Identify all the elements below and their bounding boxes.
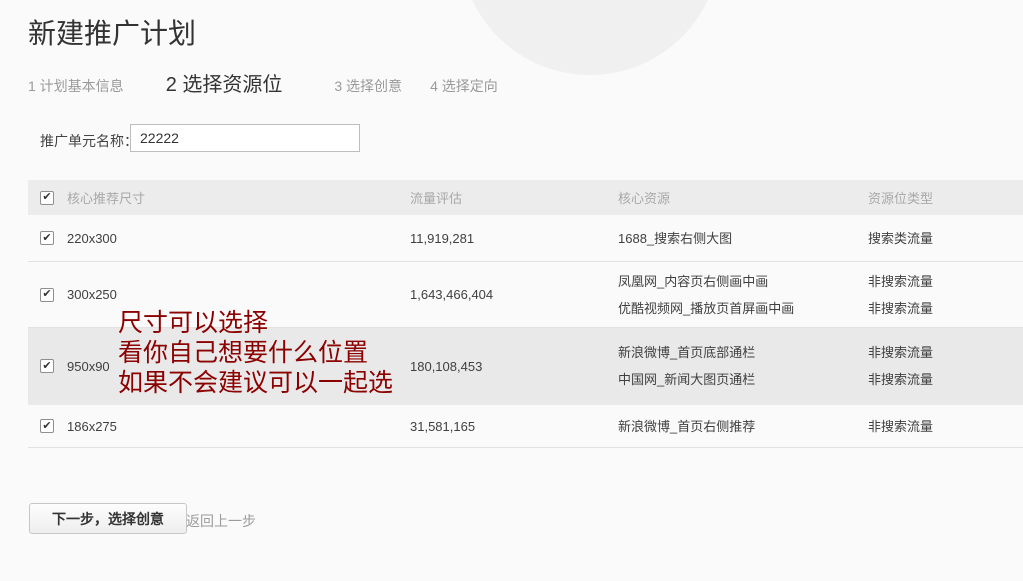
check-icon: ✔ (42, 289, 51, 300)
resource-table: ✔ 核心推荐尺寸 流量评估 核心资源 资源位类型 ✔ 220x300 11,91… (28, 180, 1023, 448)
table-header-row: ✔ 核心推荐尺寸 流量评估 核心资源 资源位类型 (28, 180, 1023, 215)
resource-type: 非搜索流量 (868, 339, 933, 366)
check-icon: ✔ (42, 361, 51, 372)
table-row: ✔ 186x275 31,581,165 新浪微博_首页右侧推荐 非搜索流量 (28, 405, 1023, 448)
step-select-targeting[interactable]: 4 选择定向 (430, 76, 498, 96)
check-icon: ✔ (42, 233, 51, 244)
resource-name: 中国网_新闻大图页通栏 (618, 366, 755, 393)
step-plan-basic-info[interactable]: 1 计划基本信息 (28, 76, 124, 96)
check-icon: ✔ (42, 421, 51, 432)
header-resource: 核心资源 (618, 180, 670, 215)
resource-type: 非搜索流量 (868, 413, 933, 440)
resource-name: 凤凰网_内容页右侧画中画 (618, 268, 794, 295)
back-previous-step-link[interactable]: 返回上一步 (186, 511, 256, 531)
header-size: 核心推荐尺寸 (67, 180, 145, 215)
row-checkbox[interactable]: ✔ (40, 359, 54, 373)
step-select-creative[interactable]: 3 选择创意 (334, 76, 402, 96)
table-row: ✔ 300x250 1,643,466,404 凤凰网_内容页右侧画中画 优酷视… (28, 262, 1023, 328)
header-type: 资源位类型 (868, 180, 933, 215)
unit-name-input[interactable] (130, 124, 360, 152)
resource-type: 非搜索流量 (868, 295, 933, 322)
row-checkbox[interactable]: ✔ (40, 288, 54, 302)
check-icon: ✔ (42, 192, 51, 203)
select-all-checkbox[interactable]: ✔ (40, 191, 54, 205)
page-title: 新建推广计划 (28, 12, 196, 52)
resource-type: 非搜索流量 (868, 268, 933, 295)
size-value: 186x275 (67, 405, 117, 447)
header-traffic: 流量评估 (410, 180, 462, 215)
traffic-value: 11,919,281 (410, 215, 474, 261)
wizard-steps: 1 计划基本信息 2 选择资源位 3 选择创意 4 选择定向 (28, 68, 498, 97)
traffic-value: 31,581,165 (410, 405, 475, 447)
row-checkbox[interactable]: ✔ (40, 231, 54, 245)
row-checkbox[interactable]: ✔ (40, 419, 54, 433)
unit-name-label: 推广单元名称： (40, 131, 138, 151)
resource-name: 新浪微博_首页右侧推荐 (618, 413, 755, 440)
resource-name: 1688_搜索右侧大图 (618, 225, 732, 252)
decorative-circle (460, 0, 720, 75)
resource-type: 搜索类流量 (868, 225, 933, 252)
traffic-value: 180,108,453 (410, 328, 482, 404)
traffic-value: 1,643,466,404 (410, 262, 493, 327)
step-select-resource-slot[interactable]: 2 选择资源位 (166, 68, 283, 97)
size-value: 220x300 (67, 215, 117, 261)
resource-name: 优酷视频网_播放页首屏画中画 (618, 295, 794, 322)
size-value: 950x90 (67, 328, 110, 404)
next-step-button[interactable]: 下一步，选择创意 (29, 503, 187, 534)
table-row: ✔ 220x300 11,919,281 1688_搜索右侧大图 搜索类流量 (28, 215, 1023, 262)
resource-type: 非搜索流量 (868, 366, 933, 393)
table-row: ✔ 950x90 180,108,453 新浪微博_首页底部通栏 中国网_新闻大… (28, 328, 1023, 405)
resource-name: 新浪微博_首页底部通栏 (618, 339, 755, 366)
size-value: 300x250 (67, 262, 117, 327)
